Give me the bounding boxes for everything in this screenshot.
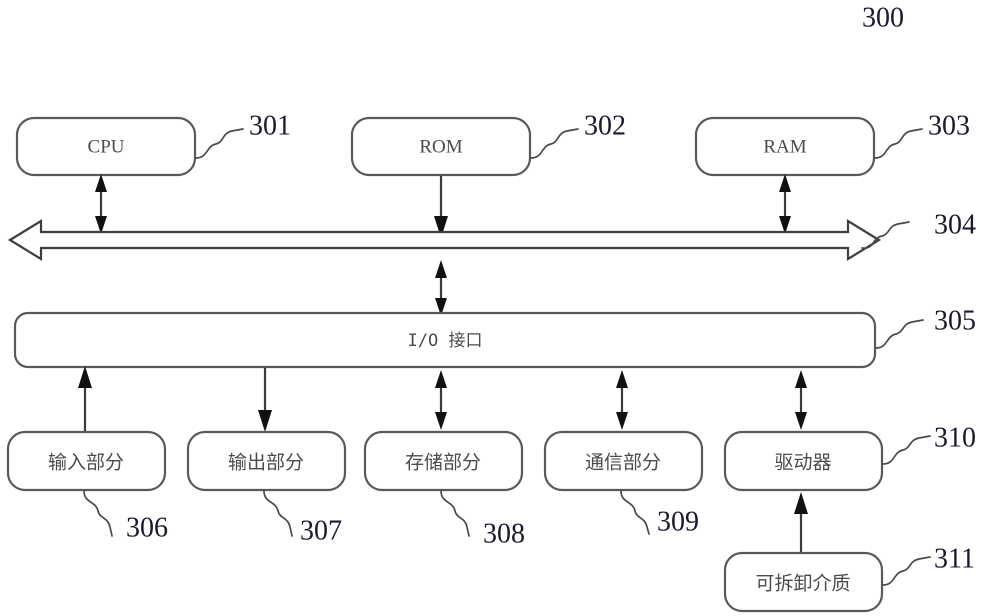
- rom-label: ROM: [419, 136, 462, 157]
- ref-number-308: 308: [483, 518, 525, 549]
- block-cpu[interactable]: CPU: [15, 116, 197, 177]
- ref-number-305: 305: [934, 305, 976, 336]
- block-output[interactable]: 输出部分: [186, 430, 347, 492]
- rom-leader-line: [530, 128, 579, 159]
- connector-io-output: [258, 368, 272, 432]
- storage-label: 存储部分: [405, 452, 481, 474]
- ref-number-310: 310: [934, 422, 976, 453]
- cpu-label: CPU: [88, 136, 125, 157]
- block-io-interface[interactable]: I/O 接口: [13, 311, 877, 369]
- block-removable-media[interactable]: 可拆卸介质: [723, 551, 884, 613]
- connector-io-input: [78, 366, 92, 432]
- ref-number-302: 302: [584, 110, 626, 141]
- figure-canvas: 300 CPU 301 ROM 302 RAM 303 304 I/O 接口 3…: [6, 2, 976, 613]
- connector-cpu-bus: [95, 174, 107, 234]
- ref-number-309: 309: [657, 506, 699, 537]
- connector-io-storage: [435, 370, 447, 430]
- ref-number-303: 303: [928, 110, 970, 141]
- ref-number-306: 306: [126, 512, 168, 543]
- block-rom[interactable]: ROM: [350, 116, 532, 177]
- connector-bus-io: [435, 260, 447, 316]
- io-leader-line: [875, 319, 924, 349]
- driver-leader-line: [882, 435, 931, 465]
- removable-media-leader-line: [882, 556, 931, 586]
- connector-ram-bus: [779, 174, 791, 234]
- block-ram[interactable]: RAM: [694, 116, 876, 177]
- ref-number-304: 304: [934, 209, 976, 240]
- ram-label: RAM: [763, 136, 806, 157]
- storage-leader-line: [440, 490, 470, 537]
- connector-io-driver: [795, 370, 807, 430]
- output-leader-line: [263, 490, 293, 537]
- ram-leader-line: [874, 128, 923, 159]
- connector-io-comm: [616, 370, 628, 430]
- removable-media-label: 可拆卸介质: [755, 573, 850, 595]
- block-driver[interactable]: 驱动器: [723, 430, 884, 492]
- block-storage[interactable]: 存储部分: [363, 430, 524, 492]
- ref-number-307: 307: [300, 515, 342, 546]
- cpu-leader-line: [195, 128, 244, 159]
- io-interface-label: I/O 接口: [408, 331, 483, 351]
- ref-number-311: 311: [934, 543, 975, 574]
- block-comm[interactable]: 通信部分: [543, 430, 704, 492]
- comm-label: 通信部分: [585, 452, 661, 474]
- block-input[interactable]: 输入部分: [6, 430, 167, 492]
- input-leader-line: [83, 490, 113, 537]
- output-label: 输出部分: [228, 452, 304, 474]
- connector-rom-bus: [434, 176, 448, 238]
- connector-media-driver: [794, 492, 808, 553]
- ref-number-301: 301: [249, 110, 291, 141]
- driver-label: 驱动器: [774, 452, 831, 474]
- patent-figure-diagram: 300 CPU 301 ROM 302 RAM 303 304 I/O 接口 3…: [0, 0, 1000, 616]
- input-label: 输入部分: [48, 452, 124, 474]
- comm-leader-line: [620, 490, 650, 535]
- figure-number-300: 300: [862, 2, 904, 33]
